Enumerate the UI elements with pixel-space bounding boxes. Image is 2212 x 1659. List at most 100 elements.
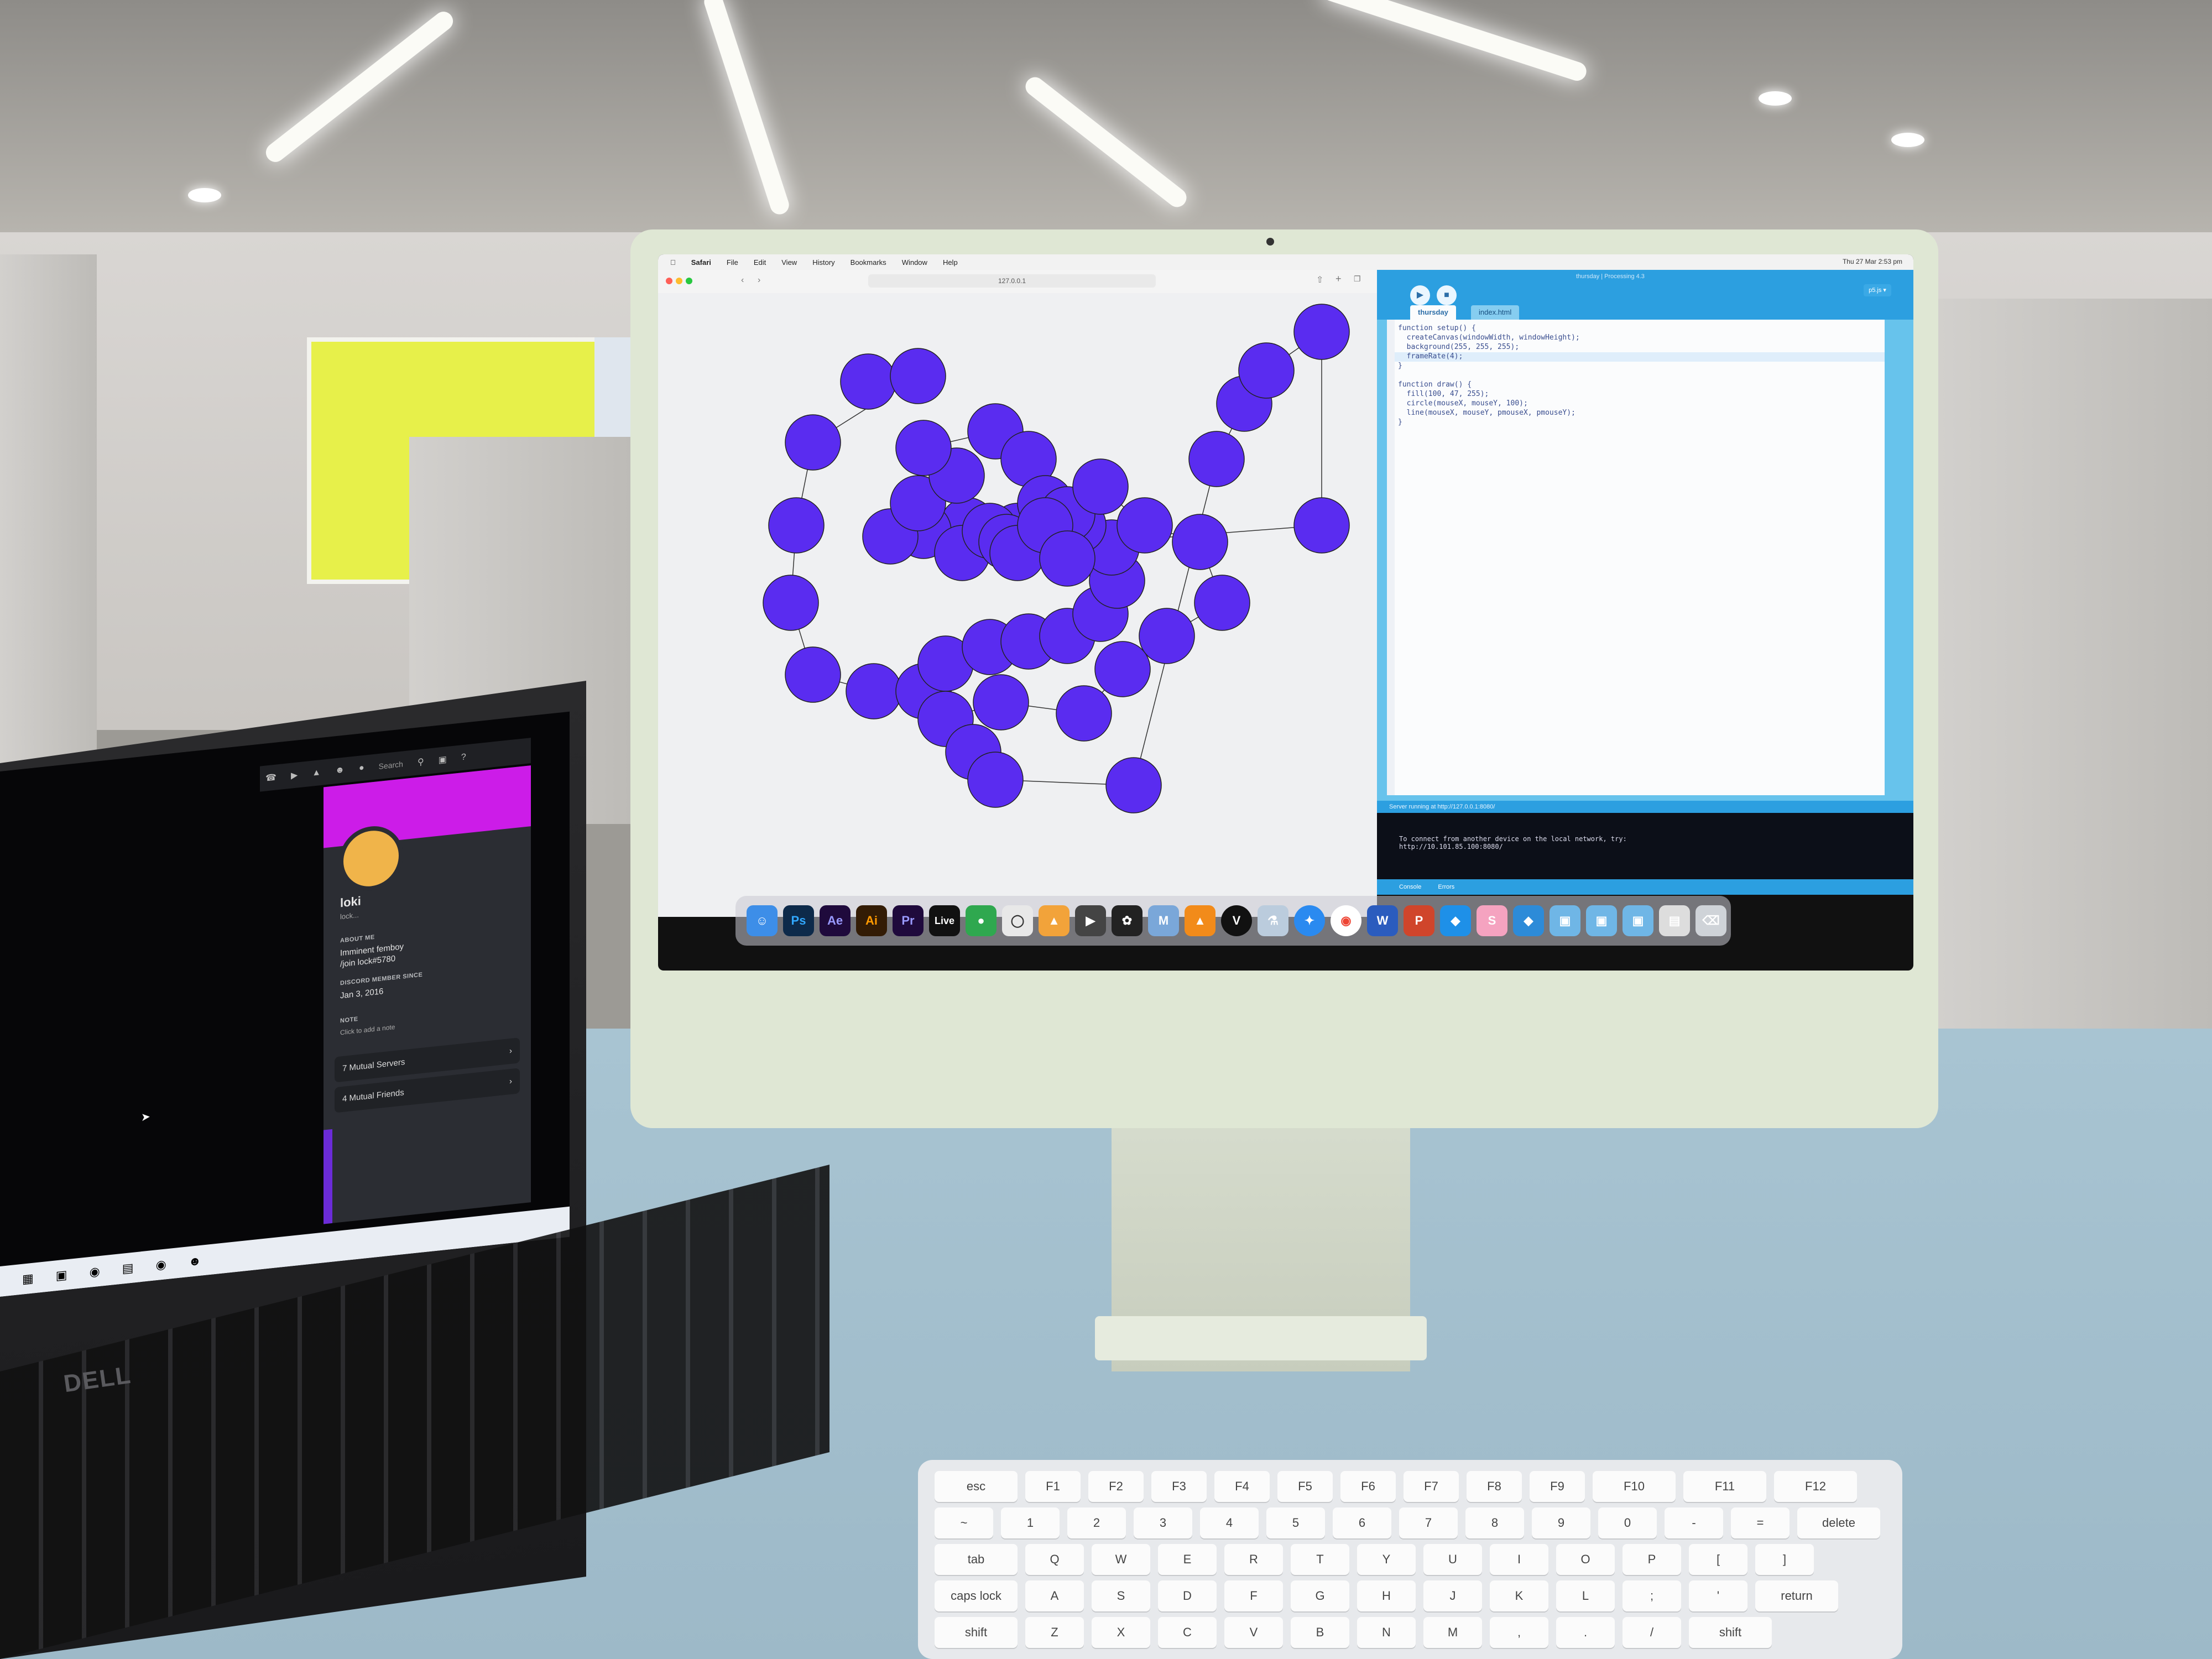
key[interactable]: O: [1556, 1544, 1615, 1575]
key[interactable]: F12: [1774, 1471, 1857, 1502]
key[interactable]: /: [1623, 1617, 1681, 1648]
key[interactable]: 8: [1465, 1507, 1524, 1538]
key[interactable]: N: [1357, 1617, 1416, 1648]
app-icon[interactable]: V: [1221, 905, 1252, 936]
phone-icon[interactable]: ☎: [265, 771, 276, 784]
key[interactable]: J: [1423, 1580, 1482, 1611]
key[interactable]: 4: [1200, 1507, 1259, 1538]
p5-sketch-canvas[interactable]: [658, 293, 1377, 917]
mode-selector[interactable]: p5.js ▾: [1864, 284, 1891, 296]
key[interactable]: 0: [1598, 1507, 1657, 1538]
folder-icon[interactable]: ▣: [1586, 905, 1617, 936]
menu-edit[interactable]: Edit: [754, 258, 766, 267]
key[interactable]: F6: [1340, 1471, 1396, 1502]
tab-errors[interactable]: Errors: [1438, 884, 1454, 890]
illustrator-icon[interactable]: Ai: [856, 905, 887, 936]
key[interactable]: =: [1731, 1507, 1790, 1538]
tabs-overview-icon[interactable]: ❐: [1354, 274, 1361, 284]
profile-icon[interactable]: ●: [359, 763, 364, 774]
key[interactable]: tab: [935, 1544, 1018, 1575]
key[interactable]: ': [1689, 1580, 1747, 1611]
tab-index-html[interactable]: index.html: [1471, 305, 1520, 320]
discord-icon[interactable]: ☻: [189, 1253, 201, 1269]
key[interactable]: F2: [1088, 1471, 1144, 1502]
photoshop-icon[interactable]: Ps: [783, 905, 814, 936]
menu-view[interactable]: View: [781, 258, 797, 267]
chevron-right-icon[interactable]: ›: [758, 275, 760, 285]
tab-console[interactable]: Console: [1399, 884, 1421, 890]
app-icon[interactable]: ▲: [1039, 905, 1070, 936]
code-editor[interactable]: function setup() { createCanvas(windowWi…: [1387, 320, 1885, 795]
store-icon[interactable]: ▤: [122, 1260, 134, 1276]
new-tab-icon[interactable]: +: [1335, 273, 1342, 285]
key[interactable]: caps lock: [935, 1580, 1018, 1611]
run-button[interactable]: ▶: [1410, 285, 1430, 305]
app-icon[interactable]: ◆: [1440, 905, 1471, 936]
document-icon[interactable]: ▤: [1659, 905, 1690, 936]
key[interactable]: ,: [1490, 1617, 1548, 1648]
key[interactable]: F3: [1151, 1471, 1207, 1502]
minimize-window-button[interactable]: [676, 278, 682, 284]
key[interactable]: I: [1490, 1544, 1548, 1575]
key[interactable]: K: [1490, 1580, 1548, 1611]
safari-icon[interactable]: ✦: [1294, 905, 1325, 936]
menu-bookmarks[interactable]: Bookmarks: [851, 258, 886, 267]
key[interactable]: Y: [1357, 1544, 1416, 1575]
key[interactable]: B: [1291, 1617, 1349, 1648]
key[interactable]: M: [1423, 1617, 1482, 1648]
start-icon[interactable]: ▦: [22, 1271, 34, 1286]
app-icon[interactable]: S: [1477, 905, 1507, 936]
key[interactable]: shift: [1689, 1617, 1772, 1648]
close-window-button[interactable]: [666, 278, 672, 284]
tab-thursday[interactable]: thursday: [1410, 305, 1456, 320]
key[interactable]: F10: [1593, 1471, 1676, 1502]
edge-icon[interactable]: ◉: [90, 1264, 100, 1279]
menu-history[interactable]: History: [812, 258, 834, 267]
pin-icon[interactable]: ▲: [312, 768, 321, 779]
help-icon[interactable]: ?: [461, 752, 466, 763]
search-icon[interactable]: ⚲: [418, 756, 424, 768]
key[interactable]: R: [1224, 1544, 1283, 1575]
key[interactable]: F7: [1404, 1471, 1459, 1502]
key[interactable]: ;: [1623, 1580, 1681, 1611]
key[interactable]: P: [1623, 1544, 1681, 1575]
address-bar[interactable]: 127.0.0.1: [868, 274, 1156, 288]
trash-icon[interactable]: ⌫: [1695, 905, 1726, 936]
key[interactable]: V: [1224, 1617, 1283, 1648]
menubar-clock[interactable]: Thu 27 Mar 2:53 pm: [1843, 258, 1902, 265]
key[interactable]: F1: [1025, 1471, 1081, 1502]
ableton-live-icon[interactable]: Live: [929, 905, 960, 936]
key[interactable]: F9: [1530, 1471, 1585, 1502]
key[interactable]: S: [1092, 1580, 1150, 1611]
menu-file[interactable]: File: [727, 258, 738, 267]
key[interactable]: H: [1357, 1580, 1416, 1611]
key[interactable]: ]: [1755, 1544, 1814, 1575]
key[interactable]: A: [1025, 1580, 1084, 1611]
key[interactable]: delete: [1797, 1507, 1880, 1538]
key[interactable]: -: [1665, 1507, 1723, 1538]
app-icon[interactable]: ◆: [1513, 905, 1544, 936]
share-icon[interactable]: ⇧: [1316, 274, 1323, 285]
key[interactable]: shift: [935, 1617, 1018, 1648]
inbox-icon[interactable]: ▣: [439, 754, 447, 766]
stop-button[interactable]: ■: [1437, 285, 1457, 305]
key[interactable]: 9: [1532, 1507, 1590, 1538]
chrome-icon[interactable]: ◉: [1331, 905, 1361, 936]
key[interactable]: U: [1423, 1544, 1482, 1575]
key[interactable]: C: [1158, 1617, 1217, 1648]
davinci-icon[interactable]: ✿: [1112, 905, 1142, 936]
key[interactable]: X: [1092, 1617, 1150, 1648]
scrollbar[interactable]: [324, 1129, 332, 1224]
key[interactable]: D: [1158, 1580, 1217, 1611]
key[interactable]: E: [1158, 1544, 1217, 1575]
apple-icon[interactable]: : [670, 258, 676, 267]
final-cut-icon[interactable]: ▶: [1075, 905, 1106, 936]
key[interactable]: 1: [1001, 1507, 1060, 1538]
key[interactable]: L: [1556, 1580, 1615, 1611]
menu-window[interactable]: Window: [902, 258, 927, 267]
menu-safari[interactable]: Safari: [691, 258, 711, 267]
finder-icon[interactable]: ☺: [747, 905, 778, 936]
key[interactable]: F: [1224, 1580, 1283, 1611]
key[interactable]: .: [1556, 1617, 1615, 1648]
after-effects-icon[interactable]: Ae: [820, 905, 851, 936]
